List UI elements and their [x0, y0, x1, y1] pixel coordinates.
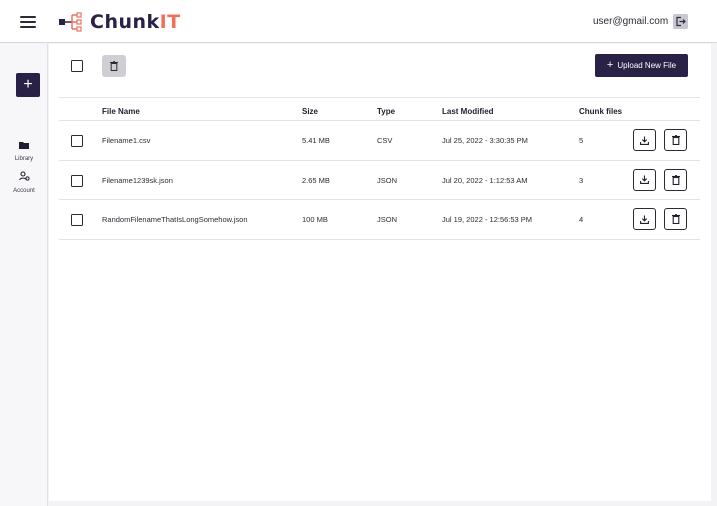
hamburger-menu-icon[interactable] — [20, 16, 36, 28]
download-icon — [640, 136, 649, 145]
upload-button-label: Upload New File — [617, 61, 677, 70]
file-type: JSON — [377, 215, 398, 224]
chunk-count: 5 — [579, 136, 584, 145]
scrollbar-track[interactable] — [711, 44, 717, 506]
file-modified: Jul 25, 2022 - 3:30:35 PM — [442, 136, 528, 145]
sidebar-item-label: Account — [13, 188, 35, 194]
download-button[interactable] — [633, 168, 656, 191]
file-type: CSV — [377, 136, 393, 145]
plus-icon: + — [606, 59, 614, 71]
file-size: 5.41 MB — [302, 136, 330, 145]
select-all-checkbox[interactable] — [71, 60, 83, 72]
column-header-chunk-files[interactable]: Chunk files — [579, 107, 622, 116]
table-header: File Name Size Type Last Modified Chunk … — [59, 97, 700, 121]
logout-button[interactable] — [673, 14, 688, 29]
user-email: user@gmail.com — [593, 16, 669, 27]
bulk-delete-button[interactable] — [102, 55, 126, 77]
new-file-button[interactable]: + — [16, 73, 40, 97]
file-modified: Jul 20, 2022 - 1:12:53 AM — [442, 175, 528, 185]
app-logo: ChunkIT — [58, 11, 181, 33]
sidebar-item-label: Library — [14, 156, 34, 162]
row-checkbox[interactable] — [71, 174, 83, 187]
download-button[interactable] — [633, 208, 656, 230]
table-row: Filename1239sk.json 2.65 MB JSON Jul 20,… — [59, 161, 700, 200]
logout-icon — [676, 16, 686, 27]
file-size: 100 MB — [302, 215, 328, 224]
delete-button[interactable] — [664, 168, 687, 191]
chunk-count: 3 — [579, 175, 584, 185]
download-icon — [640, 175, 649, 184]
upload-new-file-button[interactable]: + Upload New File — [595, 54, 688, 77]
delete-button[interactable] — [664, 208, 687, 230]
trash-icon — [671, 135, 680, 145]
app-root: ChunkIT user@gmail.com + Library Account… — [0, 0, 717, 506]
logo-text: ChunkIT — [90, 11, 181, 33]
download-button[interactable] — [633, 129, 656, 151]
column-header-type[interactable]: Type — [377, 107, 395, 116]
file-name[interactable]: Filename1.csv — [102, 136, 150, 145]
download-icon — [640, 215, 649, 224]
file-modified: Jul 19, 2022 - 12:56:53 PM — [442, 215, 533, 224]
folder-icon — [19, 142, 29, 149]
logo-text-accent: IT — [159, 11, 181, 33]
column-header-size[interactable]: Size — [302, 107, 318, 116]
file-size: 2.65 MB — [302, 175, 330, 185]
chunk-count: 4 — [579, 215, 584, 224]
file-name[interactable]: RandomFilenameThatIsLongSomehow.json — [102, 215, 248, 224]
sidebar-item-library[interactable]: Library — [6, 136, 42, 162]
logo-text-main: Chunk — [90, 11, 160, 33]
sidebar-item-account[interactable]: Account — [6, 168, 42, 194]
column-header-last-modified[interactable]: Last Modified — [442, 107, 494, 116]
files-table: File Name Size Type Last Modified Chunk … — [59, 97, 700, 240]
file-type: JSON — [377, 175, 398, 185]
page-bottom-edge — [49, 501, 711, 506]
top-header: ChunkIT user@gmail.com — [0, 0, 717, 43]
account-icon — [18, 171, 30, 181]
file-name[interactable]: Filename1239sk.json — [102, 176, 173, 185]
sidebar: + Library Account — [0, 44, 48, 506]
trash-icon — [671, 214, 680, 224]
column-header-file-name[interactable]: File Name — [102, 107, 140, 116]
delete-button[interactable] — [664, 129, 687, 151]
row-checkbox[interactable] — [71, 214, 83, 226]
table-row: Filename1.csv 5.41 MB CSV Jul 25, 2022 -… — [59, 121, 700, 161]
main-content: + Upload New File File Name Size Type La… — [49, 44, 711, 501]
trash-icon — [110, 61, 118, 71]
logo-mark-icon — [59, 12, 82, 32]
trash-icon — [671, 174, 680, 185]
row-checkbox[interactable] — [71, 135, 83, 147]
table-row: RandomFilenameThatIsLongSomehow.json 100… — [59, 200, 700, 240]
